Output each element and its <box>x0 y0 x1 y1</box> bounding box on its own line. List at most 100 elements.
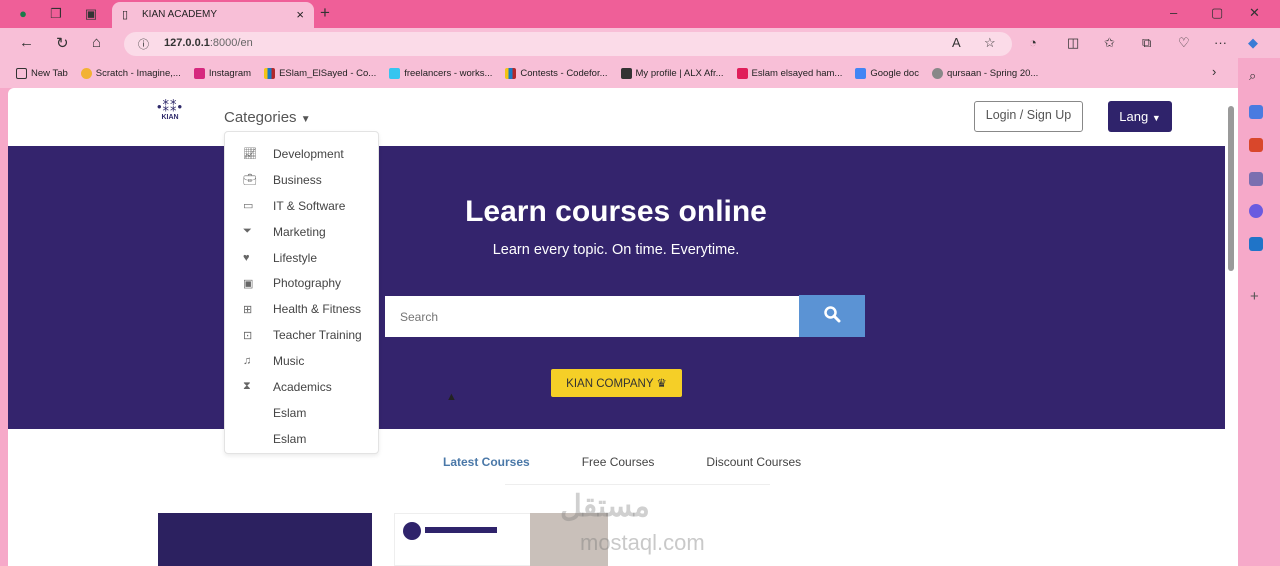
watermark-url: mostaql.com <box>580 530 705 555</box>
favorite-star-icon[interactable]: ☆ <box>984 35 996 51</box>
collections-icon[interactable]: ⧉ <box>1142 35 1151 51</box>
address-bar[interactable]: ⓘ 127.0.0.1:8000/en <box>124 32 1012 56</box>
shopping-tag-icon[interactable] <box>1249 105 1263 119</box>
bookmark-slack[interactable]: freelancers - works... <box>389 67 492 79</box>
course-tabs: Latest Courses Free Courses Discount Cou… <box>443 455 801 469</box>
more-bookmarks-chevron-icon[interactable]: › <box>1212 64 1216 79</box>
page-icon: ▯ <box>122 9 129 21</box>
categories-label: Categories <box>224 109 297 126</box>
browser-tab[interactable]: ▯ KIAN ACADEMY × <box>112 2 314 28</box>
course-banner-stripe <box>425 527 497 533</box>
category-it-software[interactable]: ▭ IT & Software <box>225 193 378 219</box>
categories-dropdown[interactable]: Categories ▼ <box>224 109 311 126</box>
search-button[interactable] <box>799 295 865 337</box>
close-window-button[interactable]: ✕ <box>1249 5 1260 21</box>
search-icon <box>824 306 841 323</box>
category-teacher-training[interactable]: ⊡ Teacher Training <box>225 322 378 348</box>
kian-logo[interactable]: •⁑⁑• KIAN <box>150 99 190 122</box>
mouse-cursor-icon: ▲ <box>446 391 457 403</box>
sidebar-search-icon[interactable]: ⌕ <box>1249 68 1256 84</box>
close-tab-icon[interactable]: × <box>296 7 304 22</box>
toolbox-icon[interactable] <box>1249 138 1263 152</box>
read-aloud-icon[interactable]: A <box>952 35 961 50</box>
caret-down-icon: ▼ <box>1151 113 1161 123</box>
reload-icon[interactable]: ↻ <box>56 34 69 52</box>
site-info-icon[interactable]: ⓘ <box>138 36 149 52</box>
category-lifestyle[interactable]: ♥ Lifestyle <box>225 245 378 271</box>
new-tab-button[interactable]: + <box>320 3 330 23</box>
bookmark-scratch[interactable]: Scratch - Imagine,... <box>80 67 181 79</box>
category-development[interactable]: 📈︎ Development <box>225 141 378 167</box>
categories-menu: 📈︎ Development 💼︎ Business ▭ IT & Software … <box>224 131 379 454</box>
tab-latest-courses[interactable]: Latest Courses <box>443 455 530 469</box>
category-music[interactable]: ♫ Music <box>225 348 378 374</box>
bookmark-new-tab[interactable]: New Tab <box>16 67 68 79</box>
chart-line-icon: 📈︎ <box>243 148 257 161</box>
tab-free-courses[interactable]: Free Courses <box>582 455 655 469</box>
copilot-icon[interactable]: ◆ <box>1248 35 1258 51</box>
scrollbar[interactable] <box>1226 92 1236 566</box>
home-icon[interactable]: ⌂ <box>92 34 101 51</box>
graduate-icon: ⧗ <box>243 380 251 393</box>
logo-mark-icon: •⁑⁑• <box>156 99 184 114</box>
tabs-divider <box>505 484 770 485</box>
chalkboard-teacher-icon: ⊡ <box>243 329 253 342</box>
back-icon[interactable]: ← <box>19 34 34 51</box>
language-dropdown[interactable]: Lang ▼ <box>1108 101 1172 132</box>
laptop-icon: ▭ <box>243 200 254 213</box>
url-host: 127.0.0.1 <box>164 37 210 49</box>
extension-icon[interactable]: ◔ <box>1029 35 1037 50</box>
tab-actions-icon[interactable]: ▣ <box>82 6 100 22</box>
bookmark-codeforces-contests[interactable]: Contests - Codefor... <box>505 67 608 79</box>
heart-pulse-icon: ♥ <box>243 251 250 264</box>
medkit-icon: ⊞ <box>243 303 253 316</box>
category-health-fitness[interactable]: ⊞ Health & Fitness <box>225 296 378 322</box>
search-input[interactable] <box>385 296 799 337</box>
logo-text: KIAN <box>161 114 179 121</box>
maximize-button[interactable]: ▢ <box>1211 5 1223 21</box>
bookmark-google-doc[interactable]: Google doc <box>855 67 919 79</box>
briefcase-icon: 💼︎ <box>243 174 257 187</box>
games-icon[interactable] <box>1249 172 1263 186</box>
url-path: :8000/en <box>209 37 253 49</box>
browser-essentials-icon[interactable]: ♡ <box>1178 35 1190 51</box>
category-eslam-2[interactable]: Eslam <box>225 426 378 452</box>
watermark: مستقل <box>560 490 650 523</box>
bookmarks-bar: New Tab Scratch - Imagine,... Instagram … <box>0 58 1240 88</box>
hero-subtitle: Learn every topic. On time. Everytime. <box>492 242 740 258</box>
kian-company-label: KIAN COMPANY <box>566 378 654 390</box>
kian-company-button[interactable]: KIAN COMPANY ♛ <box>551 369 682 397</box>
more-icon[interactable]: ··· <box>1214 35 1227 50</box>
outlook-icon[interactable] <box>1249 237 1263 251</box>
category-photography[interactable]: ▣ Photography <box>225 270 378 296</box>
bookmark-slack-2[interactable]: Eslam elsayed ham... <box>736 67 842 79</box>
crown-icon: ♛ <box>656 378 667 390</box>
music-icon: ♫ <box>243 355 252 368</box>
instructor-avatar <box>403 522 421 540</box>
add-sidebar-app-icon[interactable]: + <box>1250 288 1259 305</box>
profile-icon[interactable]: ● <box>14 6 32 22</box>
workspaces-icon[interactable]: ❐ <box>47 6 65 22</box>
lang-label: Lang <box>1119 109 1149 124</box>
image-icon: ▣ <box>243 277 254 290</box>
category-eslam[interactable]: Eslam <box>225 400 378 426</box>
tab-discount-courses[interactable]: Discount Courses <box>706 455 801 469</box>
category-academics[interactable]: ⧗ Academics <box>225 374 378 400</box>
course-card-thumbnail[interactable] <box>158 513 372 566</box>
bookmark-qursaan[interactable]: qursaan - Spring 20... <box>931 67 1038 79</box>
bookmark-alx[interactable]: My profile | ALX Afr... <box>620 67 724 79</box>
hero-title: Learn courses online <box>465 195 767 228</box>
office-icon[interactable] <box>1249 204 1263 218</box>
login-signup-button[interactable]: Login / Sign Up <box>974 101 1083 132</box>
funnel-icon: ⏷ <box>243 225 252 238</box>
bookmark-codeforces[interactable]: ESlam_ElSayed - Co... <box>264 67 376 79</box>
minimize-button[interactable]: – <box>1170 5 1177 20</box>
tab-title: KIAN ACADEMY <box>142 9 218 20</box>
bookmark-instagram[interactable]: Instagram <box>193 67 251 79</box>
caret-down-icon: ▼ <box>300 114 311 125</box>
edge-sidebar <box>1238 58 1280 566</box>
category-business[interactable]: 💼︎ Business <box>225 167 378 193</box>
favorites-icon[interactable]: ✩ <box>1104 35 1115 51</box>
split-screen-icon[interactable]: ◫ <box>1067 35 1079 51</box>
category-marketing[interactable]: ⏷ Marketing <box>225 219 378 245</box>
